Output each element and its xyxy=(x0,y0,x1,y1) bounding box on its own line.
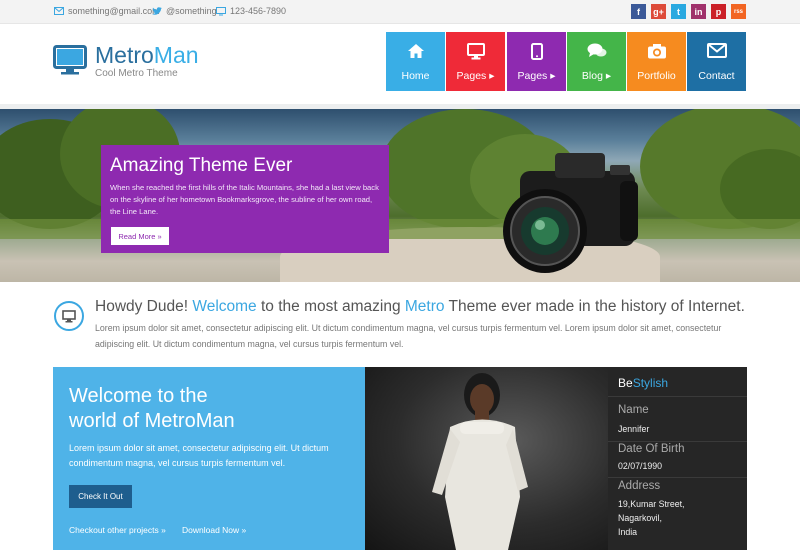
site-tagline: Cool Metro Theme xyxy=(95,68,178,79)
slide-text: When she reached the first hills of the … xyxy=(110,183,379,216)
nav-contact-label: Contact xyxy=(698,70,735,82)
site-title-main: Metro xyxy=(95,42,154,68)
tablet-icon xyxy=(530,43,543,60)
profile-divider xyxy=(608,396,747,397)
email-contact[interactable]: something@gmail.com xyxy=(54,6,160,16)
home-icon xyxy=(407,44,424,58)
profile-divider xyxy=(608,477,747,478)
monitor-small-icon xyxy=(216,6,226,15)
intro-text-3: Theme ever made in the history of Intern… xyxy=(444,298,745,315)
welcome-title-line-2: world of MetroMan xyxy=(69,410,235,432)
dob-label: Date Of Birth xyxy=(618,443,685,455)
intro-body: Lorem ipsum dolor sit amet, consectetur … xyxy=(95,323,722,349)
monitor-icon xyxy=(466,43,485,60)
address-line-3: India xyxy=(618,527,638,537)
twitter-icon[interactable]: t xyxy=(671,4,686,19)
slide-title: Amazing Theme Ever xyxy=(110,155,293,176)
twitter-handle: @something xyxy=(166,6,217,16)
nav-portfolio-label: Portfolio xyxy=(637,70,676,82)
nav-pages-2[interactable]: Pages ▸ xyxy=(507,32,566,91)
intro-text-2: to the most amazing xyxy=(256,298,405,315)
check-it-out-button[interactable]: Check It Out xyxy=(69,485,132,508)
camera-icon xyxy=(647,44,666,59)
name-label: Name xyxy=(618,404,649,416)
mail-icon xyxy=(706,43,727,58)
phone-contact[interactable]: 123-456-7890 xyxy=(216,6,286,16)
name-value: Jennifer xyxy=(618,424,650,434)
site-title[interactable]: MetroMan xyxy=(95,42,199,69)
welcome-text: Lorem ipsum dolor sit amet, consectetur … xyxy=(69,443,329,468)
chat-icon xyxy=(587,43,606,57)
twitter-bird-icon xyxy=(152,6,162,15)
intro-heading: Howdy Dude! Welcome to the most amazing … xyxy=(95,298,745,316)
rss-icon[interactable]: rss xyxy=(731,4,746,19)
nav-pages-1[interactable]: Pages ▸ xyxy=(446,32,505,91)
download-now-link[interactable]: Download Now » xyxy=(182,525,246,535)
googleplus-icon[interactable]: g+ xyxy=(651,4,666,19)
email-text: something@gmail.com xyxy=(68,6,160,16)
profile-title-main: Be xyxy=(618,376,633,390)
dslr-camera-image xyxy=(503,153,638,273)
nav-portfolio[interactable]: Portfolio xyxy=(627,32,686,91)
profile-title-accent: Stylish xyxy=(632,376,669,390)
address-line-1: 19,Kumar Street, xyxy=(618,499,685,509)
nav-pages-2-label: Pages ▸ xyxy=(517,70,556,82)
intro-highlight-metro: Metro xyxy=(404,298,445,315)
nav-contact[interactable]: Contact xyxy=(687,32,746,91)
envelope-icon xyxy=(54,7,64,15)
twitter-contact[interactable]: @something xyxy=(152,6,217,16)
nav-home-label: Home xyxy=(401,70,430,82)
phone-number: 123-456-7890 xyxy=(230,6,287,16)
address-label: Address xyxy=(618,480,661,492)
nav-pages-1-label: Pages ▸ xyxy=(456,70,495,82)
intro-highlight-welcome: Welcome xyxy=(192,298,257,315)
site-title-accent: Man xyxy=(153,42,199,68)
nav-blog-label: Blog ▸ xyxy=(581,70,612,82)
pinterest-icon[interactable]: p xyxy=(711,4,726,19)
intro-monitor-icon xyxy=(54,301,84,331)
welcome-title: Welcome to the world of MetroMan xyxy=(69,384,235,434)
nav-home[interactable]: Home xyxy=(386,32,445,91)
dob-value: 02/07/1990 xyxy=(618,461,663,471)
intro-text-1: Howdy Dude! xyxy=(95,298,193,315)
address-line-2: Nagarkovil, xyxy=(618,513,663,523)
profile-title: BeStylish xyxy=(618,376,668,390)
other-projects-link[interactable]: Checkout other projects » xyxy=(69,525,166,535)
woman-figure-image xyxy=(432,373,528,550)
linkedin-icon[interactable]: in xyxy=(691,4,706,19)
profile-divider xyxy=(608,441,747,442)
read-more-button[interactable]: Read More » xyxy=(111,227,169,245)
logo-monitor-icon xyxy=(53,45,87,75)
welcome-title-line-1: Welcome to the xyxy=(69,385,208,407)
model-photo xyxy=(365,367,608,550)
facebook-icon[interactable]: f xyxy=(631,4,646,19)
nav-blog[interactable]: Blog ▸ xyxy=(567,32,626,91)
